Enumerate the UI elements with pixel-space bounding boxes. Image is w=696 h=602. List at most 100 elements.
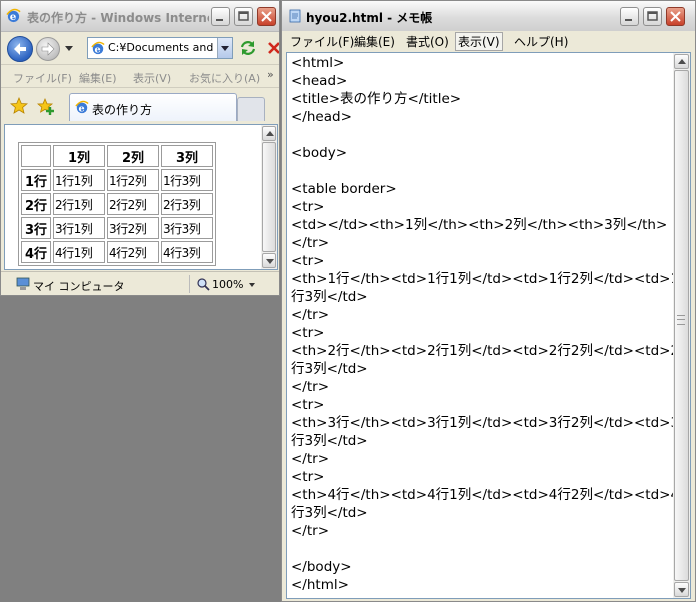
table-cell: 1行1列 bbox=[53, 169, 105, 191]
table-row-header: 3行 bbox=[21, 217, 51, 239]
svg-text:e: e bbox=[95, 44, 101, 55]
text-line: <th>3行</th><td>3行1列</td><td>3行2列</td><td… bbox=[291, 415, 680, 431]
maximize-icon bbox=[238, 11, 249, 21]
table-cell: 4行3列 bbox=[161, 241, 213, 263]
zoom-level[interactable]: 100% bbox=[212, 278, 243, 291]
close-button[interactable] bbox=[257, 7, 276, 26]
favorites-star-icon[interactable] bbox=[10, 97, 28, 115]
forward-arrow-icon bbox=[41, 42, 55, 56]
menu-favorites[interactable]: お気に入り(A) bbox=[189, 70, 260, 86]
back-button[interactable] bbox=[7, 36, 33, 62]
table-cell: 4行2列 bbox=[107, 241, 159, 263]
text-line: </tr> bbox=[291, 379, 330, 395]
table-header-row: 1列 2列 3列 bbox=[21, 145, 213, 167]
scroll-down-button[interactable] bbox=[262, 253, 276, 268]
address-dropdown-button[interactable] bbox=[217, 38, 232, 58]
notepad-icon bbox=[289, 9, 301, 23]
back-arrow-icon bbox=[14, 43, 26, 55]
table-column-header: 2列 bbox=[107, 145, 159, 167]
forward-button[interactable] bbox=[36, 37, 60, 61]
text-line: 行3列</td> bbox=[291, 433, 368, 449]
np-scroll-thumb[interactable] bbox=[674, 70, 689, 581]
table-row: 4行 4行1列 4行2列 4行3列 bbox=[21, 241, 213, 263]
ie-menu-bar: ファイル(F) 編集(E) 表示(V) お気に入り(A) » bbox=[1, 64, 279, 88]
tab-ie-icon: e bbox=[75, 100, 89, 114]
np-menu-edit[interactable]: 編集(E) bbox=[352, 33, 397, 50]
table-cell: 2行3列 bbox=[161, 193, 213, 215]
ie-title-bar[interactable]: e 表の作り方 - Windows Internet Explorer bbox=[1, 1, 279, 32]
status-separator bbox=[189, 275, 190, 293]
notepad-text-content[interactable]: <html> <head> <title>表の作り方</title> </hea… bbox=[291, 54, 680, 594]
text-line: <tr> bbox=[291, 397, 325, 413]
address-text[interactable]: C:¥Documents and Settings¥hyou2.html bbox=[108, 41, 216, 54]
np-menu-format[interactable]: 書式(O) bbox=[404, 33, 451, 50]
table-row-header: 4行 bbox=[21, 241, 51, 263]
scroll-up-button[interactable] bbox=[262, 126, 276, 141]
notepad-window-title: hyou2.html - メモ帳 bbox=[306, 11, 433, 25]
scroll-grip-icon bbox=[677, 315, 685, 325]
tab-title: 表の作り方 bbox=[92, 103, 153, 117]
text-line: <title>表の作り方</title> bbox=[291, 91, 462, 107]
ie-status-bar: マイ コンピュータ 100% bbox=[1, 271, 279, 295]
text-line bbox=[291, 540, 671, 558]
status-zone-text: マイ コンピュータ bbox=[33, 280, 125, 293]
menu-more-chevron[interactable]: » bbox=[267, 68, 274, 81]
table-row-header: 2行 bbox=[21, 193, 51, 215]
my-computer-icon bbox=[16, 277, 30, 290]
text-line: <tr> bbox=[291, 253, 325, 269]
refresh-icon[interactable] bbox=[238, 38, 258, 58]
np-menu-file[interactable]: ファイル(F) bbox=[288, 33, 356, 50]
text-line: </head> bbox=[291, 109, 352, 125]
text-line: <td></td><th>1列</th><th>2列</th><th>3列</t… bbox=[291, 217, 668, 233]
close-icon bbox=[670, 11, 681, 22]
maximize-button[interactable] bbox=[234, 7, 253, 26]
tab-current-page[interactable]: e 表の作り方 bbox=[69, 93, 237, 121]
notepad-close-button[interactable] bbox=[666, 7, 685, 26]
table-cell: 2行2列 bbox=[107, 193, 159, 215]
text-line bbox=[291, 126, 671, 144]
minimize-button[interactable] bbox=[211, 7, 230, 26]
notepad-maximize-button[interactable] bbox=[643, 7, 662, 26]
text-line: </tr> bbox=[291, 235, 330, 251]
text-line: <th>4行</th><td>4行1列</td><td>4行2列</td><td… bbox=[291, 487, 680, 503]
table-cell: 3行3列 bbox=[161, 217, 213, 239]
ie-window-title: 表の作り方 - Windows Internet Explorer bbox=[27, 11, 209, 25]
table-column-header: 3列 bbox=[161, 145, 213, 167]
text-line: </tr> bbox=[291, 451, 330, 467]
np-scroll-down-button[interactable] bbox=[674, 582, 689, 597]
menu-view[interactable]: 表示(V) bbox=[133, 70, 171, 86]
text-line: </html> bbox=[291, 577, 349, 593]
ie-vertical-scrollbar[interactable] bbox=[261, 125, 277, 269]
np-menu-help[interactable]: ヘルプ(H) bbox=[512, 33, 570, 50]
notepad-vertical-scrollbar[interactable] bbox=[673, 53, 690, 598]
stop-icon[interactable] bbox=[264, 38, 280, 58]
ie-page-content: 1列 2列 3列 1行 1行1列 1行2列 1行3列 2行 2行1列 2行2列 … bbox=[4, 124, 278, 270]
table-cell: 1行3列 bbox=[161, 169, 213, 191]
notepad-window: hyou2.html - メモ帳 ファイル(F) 編集(E) 書式(O) 表示(… bbox=[281, 0, 696, 602]
history-dropdown-icon[interactable] bbox=[65, 46, 73, 51]
zoom-dropdown-icon[interactable] bbox=[249, 283, 255, 287]
ie-tab-bar: e 表の作り方 bbox=[1, 89, 279, 123]
text-line: <th>1行</th><td>1行1列</td><td>1行2列</td><td… bbox=[291, 271, 680, 287]
table-cell: 4行1列 bbox=[53, 241, 105, 263]
new-tab-button[interactable] bbox=[237, 97, 265, 121]
text-line bbox=[291, 162, 671, 180]
menu-edit[interactable]: 編集(E) bbox=[79, 70, 117, 86]
menu-file[interactable]: ファイル(F) bbox=[13, 70, 72, 86]
notepad-text-area[interactable]: <html> <head> <title>表の作り方</title> </hea… bbox=[286, 52, 691, 599]
text-line: 行3列</td> bbox=[291, 361, 368, 377]
table-row: 2行 2行1列 2行2列 2行3列 bbox=[21, 193, 213, 215]
ie-logo-icon: e bbox=[6, 8, 21, 23]
table-cell: 3行1列 bbox=[53, 217, 105, 239]
notepad-title-bar[interactable]: hyou2.html - メモ帳 bbox=[282, 1, 695, 32]
np-menu-view[interactable]: 表示(V) bbox=[455, 32, 503, 51]
table-column-header: 1列 bbox=[53, 145, 105, 167]
scroll-thumb[interactable] bbox=[262, 142, 276, 252]
zoom-icon[interactable] bbox=[197, 278, 210, 291]
np-scroll-up-button[interactable] bbox=[674, 54, 689, 69]
address-bar[interactable]: e C:¥Documents and Settings¥hyou2.html bbox=[87, 37, 233, 59]
maximize-icon bbox=[647, 11, 658, 21]
text-line: <body> bbox=[291, 145, 348, 161]
notepad-minimize-button[interactable] bbox=[620, 7, 639, 26]
add-favorites-icon[interactable] bbox=[37, 97, 55, 115]
